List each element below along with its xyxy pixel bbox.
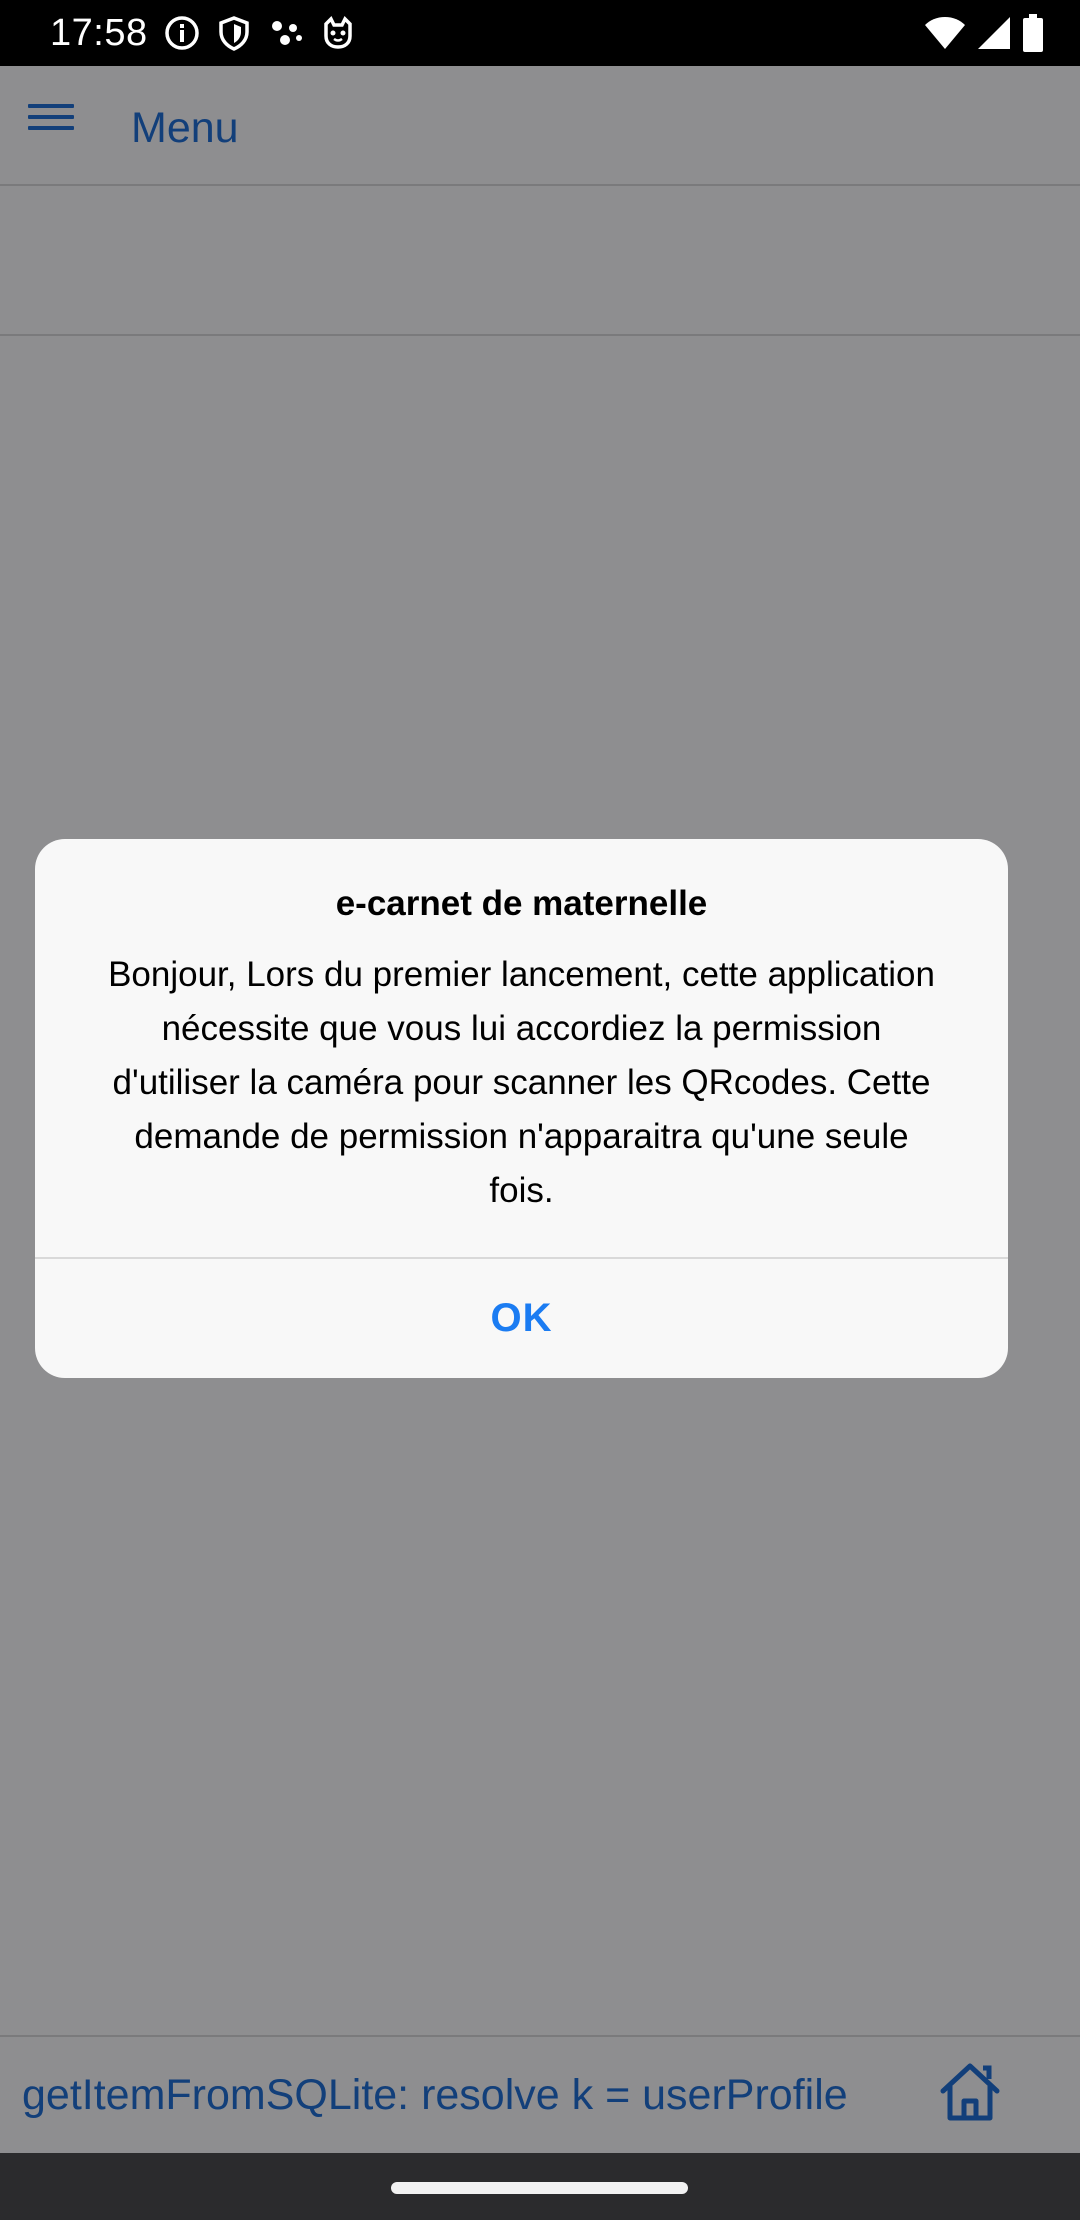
- navigation-bar: [0, 2153, 1080, 2220]
- bottom-bar: getItemFromSQLite: resolve k = userProfi…: [0, 2035, 1080, 2153]
- menu-label[interactable]: Menu: [131, 102, 239, 154]
- app-header: Menu: [0, 66, 1080, 186]
- home-icon[interactable]: [937, 2059, 1003, 2125]
- dots-icon: [272, 21, 302, 45]
- home-gesture-handle[interactable]: [391, 2182, 688, 2194]
- subheader-area: [0, 186, 1080, 336]
- cat-face-icon: [324, 16, 352, 49]
- permission-alert-dialog: e-carnet de maternelle Bonjour, Lors du …: [35, 839, 1008, 1378]
- hamburger-menu-icon[interactable]: [28, 104, 74, 138]
- signal-icon: [978, 17, 1010, 49]
- dialog-title: e-carnet de maternelle: [335, 884, 708, 923]
- debug-status-text: getItemFromSQLite: resolve k = userProfi…: [22, 2071, 848, 2119]
- battery-icon: [1023, 14, 1043, 52]
- status-icons-left: [163, 14, 357, 52]
- ok-button[interactable]: OK: [35, 1259, 1008, 1378]
- status-bar: 17:58: [0, 0, 1080, 66]
- info-circle-icon: [165, 16, 199, 50]
- wifi-icon: [925, 17, 965, 49]
- status-icons-right: [924, 14, 1044, 52]
- status-time: 17:58: [50, 12, 148, 54]
- shield-icon: [219, 16, 249, 51]
- dialog-message: Bonjour, Lors du premier lancement, cett…: [108, 955, 935, 1210]
